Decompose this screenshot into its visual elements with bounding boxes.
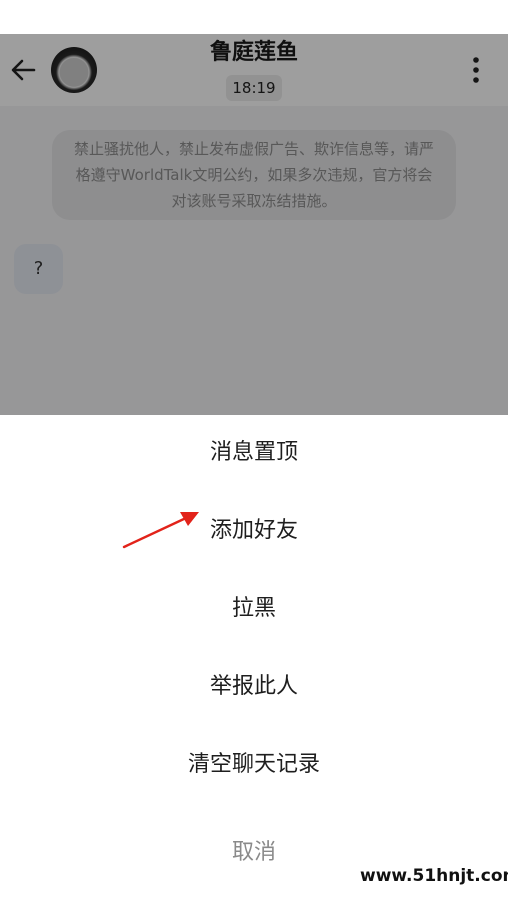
watermark: www.51hnjt.com: [360, 866, 508, 886]
action-sheet: 消息置顶 添加好友 拉黑 举报此人 清空聊天记录 取消: [0, 415, 508, 903]
status-bar: [0, 0, 508, 34]
pin-message-item[interactable]: 消息置顶: [0, 423, 508, 483]
block-item[interactable]: 拉黑: [0, 579, 508, 639]
clear-chat-history-item[interactable]: 清空聊天记录: [0, 735, 508, 795]
report-user-item[interactable]: 举报此人: [0, 657, 508, 717]
annotation-arrow-icon: [122, 512, 199, 549]
add-friend-item[interactable]: 添加好友: [0, 501, 508, 561]
dim-overlay[interactable]: [0, 34, 508, 415]
